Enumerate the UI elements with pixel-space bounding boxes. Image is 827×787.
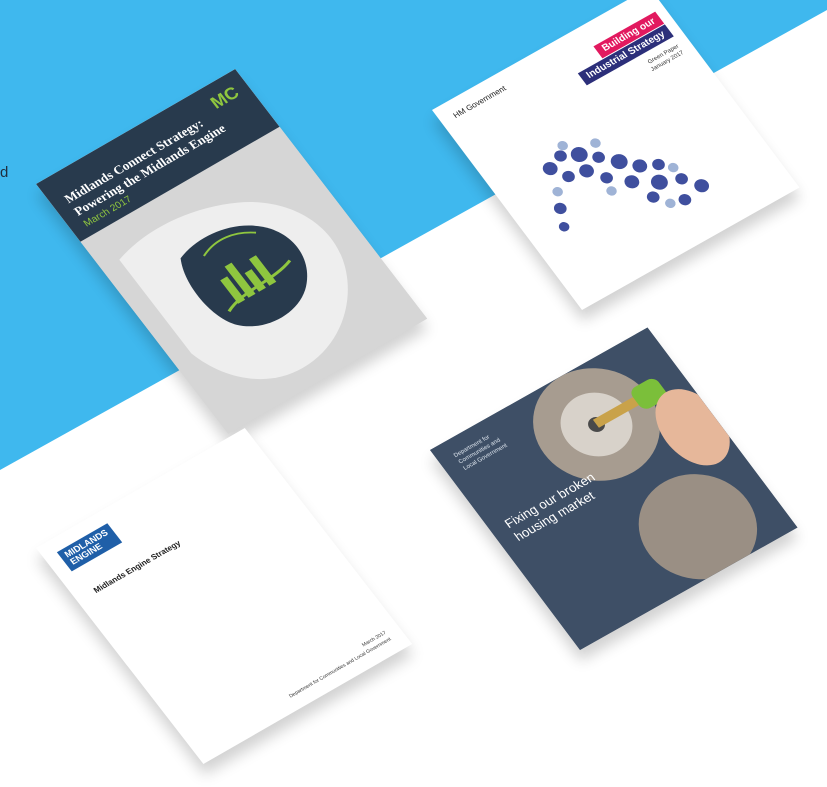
cropped-text: d	[0, 164, 9, 181]
midlands-engine-logo: MIDLANDS ENGINE	[56, 523, 122, 572]
